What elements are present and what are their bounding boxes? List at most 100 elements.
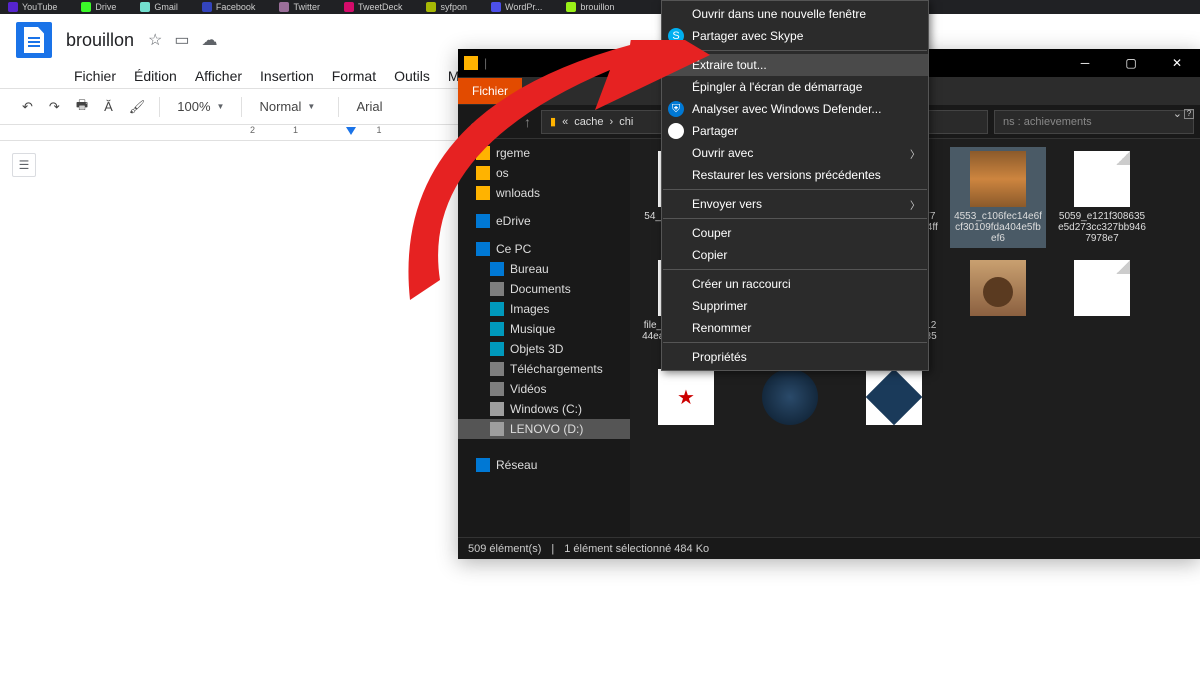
maximize-button[interactable]: ▢ xyxy=(1108,49,1154,77)
search-input[interactable]: ns : achievements xyxy=(994,110,1194,134)
file-item[interactable]: 5059_e121f308635e5d273cc327bb9467978e7 xyxy=(1054,147,1150,248)
nav-fwd-button[interactable]: → xyxy=(492,114,514,130)
context-menu-item[interactable]: Renommer xyxy=(662,317,928,339)
context-menu-item[interactable]: Épingler à l'écran de démarrage xyxy=(662,76,928,98)
outline-toggle-button[interactable]: ☰ xyxy=(12,153,36,177)
ic-folder-icon xyxy=(476,166,490,180)
sidebar-item[interactable]: os xyxy=(458,163,630,183)
context-menu-item[interactable]: Envoyer vers〉 xyxy=(662,193,928,215)
menu-item-icon: ↗ xyxy=(668,123,684,139)
sidebar-item[interactable]: Vidéos xyxy=(458,379,630,399)
paint-format-button[interactable]: 🖌 xyxy=(123,95,152,119)
menubar-item[interactable]: Insertion xyxy=(252,64,322,88)
star-icon[interactable]: ☆ xyxy=(148,30,162,50)
ic-doc-icon xyxy=(490,282,504,296)
context-menu-item[interactable]: Copier xyxy=(662,244,928,266)
sidebar-item[interactable]: Musique xyxy=(458,319,630,339)
nav-back-button[interactable]: ← xyxy=(464,114,486,130)
ribbon-expand-button[interactable]: ⌄ ? xyxy=(1173,107,1194,120)
favicon-icon xyxy=(140,2,150,12)
file-item[interactable] xyxy=(1054,256,1150,357)
menu-item-label: Propriétés xyxy=(692,350,747,364)
menu-item-label: Supprimer xyxy=(692,299,747,313)
sidebar-item-label: Images xyxy=(510,302,549,316)
browser-tab[interactable]: YouTube xyxy=(8,2,57,12)
browser-tab[interactable]: Facebook xyxy=(202,2,256,12)
style-select[interactable]: Normal▼ xyxy=(250,96,330,117)
docs-logo[interactable] xyxy=(16,22,52,58)
browser-tab[interactable]: Drive xyxy=(81,2,116,12)
context-menu-item[interactable]: SPartager avec Skype xyxy=(662,25,928,47)
sidebar-item-label: Documents xyxy=(510,282,571,296)
ic-net-icon xyxy=(476,458,490,472)
file-item[interactable]: 4553_c106fec14e6fcf30109fda404e5fbef6 xyxy=(950,147,1046,248)
sidebar-item[interactable]: Ce PC xyxy=(458,239,630,259)
favicon-icon xyxy=(566,2,576,12)
ribbon-tab-accueil[interactable]: Ac xyxy=(522,78,564,104)
context-menu-item[interactable]: Ouvrir dans une nouvelle fenêtre xyxy=(662,3,928,25)
context-menu-item[interactable]: Ouvrir avec〉 xyxy=(662,142,928,164)
font-select[interactable]: Arial xyxy=(347,96,417,117)
sidebar-item[interactable]: wnloads xyxy=(458,183,630,203)
file-item[interactable] xyxy=(950,256,1046,357)
ribbon-tab-fichier[interactable]: Fichier xyxy=(458,78,522,104)
sidebar-item[interactable]: rgeme xyxy=(458,143,630,163)
file-item[interactable] xyxy=(846,365,942,433)
file-item[interactable] xyxy=(742,365,838,433)
sidebar-item[interactable]: Documents xyxy=(458,279,630,299)
sidebar-item[interactable]: Images xyxy=(458,299,630,319)
context-menu-item[interactable]: Supprimer xyxy=(662,295,928,317)
spellcheck-button[interactable]: Ă xyxy=(98,95,119,118)
sidebar-item-label: LENOVO (D:) xyxy=(510,422,583,436)
browser-tab[interactable]: brouillon xyxy=(566,2,614,12)
nav-up-button[interactable]: ↑ xyxy=(520,114,535,130)
menubar-item[interactable]: Outils xyxy=(386,64,438,88)
print-button[interactable]: 🖶 xyxy=(70,92,94,122)
menubar-item[interactable]: Édition xyxy=(126,64,185,88)
close-button[interactable]: ✕ xyxy=(1154,49,1200,77)
ic-drive-icon xyxy=(490,402,504,416)
browser-tab[interactable]: TweetDeck xyxy=(344,2,403,12)
docs-title[interactable]: brouillon xyxy=(66,30,134,51)
redo-button[interactable]: ↷ xyxy=(43,95,66,119)
browser-tab[interactable]: syfpon xyxy=(426,2,467,12)
menubar-item[interactable]: Afficher xyxy=(187,64,250,88)
menubar-item[interactable]: Format xyxy=(324,64,384,88)
ic-cloud-icon xyxy=(476,214,490,228)
browser-tab[interactable]: WordPr... xyxy=(491,2,542,12)
minimize-button[interactable]: ─ xyxy=(1062,49,1108,77)
context-menu-item[interactable]: ↗Partager xyxy=(662,120,928,142)
context-menu-item[interactable]: Restaurer les versions précédentes xyxy=(662,164,928,186)
menu-item-label: Restaurer les versions précédentes xyxy=(692,168,881,182)
explorer-sidebar: rgemeoswnloads eDrive Ce PCBureau Documents… xyxy=(458,139,630,537)
move-icon[interactable]: ▭ xyxy=(174,30,189,50)
favicon-icon xyxy=(426,2,436,12)
menu-item-label: Extraire tout... xyxy=(692,58,767,72)
context-menu-item[interactable]: ⛨Analyser avec Windows Defender... xyxy=(662,98,928,120)
sidebar-item[interactable]: eDrive xyxy=(458,211,630,231)
menu-item-label: Épingler à l'écran de démarrage xyxy=(692,80,862,94)
sidebar-item[interactable]: Téléchargements xyxy=(458,359,630,379)
context-menu-item[interactable]: Propriétés xyxy=(662,346,928,368)
browser-tab[interactable]: Twitter xyxy=(279,2,320,12)
sidebar-item[interactable]: LENOVO (D:) xyxy=(458,419,630,439)
cloud-icon[interactable]: ☁ xyxy=(202,30,218,50)
sidebar-item[interactable]: Bureau xyxy=(458,259,630,279)
context-menu-item[interactable]: Extraire tout... xyxy=(662,54,928,76)
browser-tab[interactable]: Gmail xyxy=(140,2,178,12)
undo-button[interactable]: ↶ xyxy=(16,95,39,119)
sidebar-item[interactable]: Réseau xyxy=(458,455,630,475)
ic-folder-icon xyxy=(476,146,490,160)
file-thumbnail-icon xyxy=(970,260,1026,316)
file-name-label: 5059_e121f308635e5d273cc327bb9467978e7 xyxy=(1058,211,1146,244)
menubar-item[interactable]: Fichier xyxy=(66,64,124,88)
sidebar-item[interactable]: Windows (C:) xyxy=(458,399,630,419)
ic-dl-icon xyxy=(490,362,504,376)
context-menu-item[interactable]: Couper xyxy=(662,222,928,244)
file-item[interactable]: ★ xyxy=(638,365,734,433)
context-menu-item[interactable]: Créer un raccourci xyxy=(662,273,928,295)
zoom-select[interactable]: 100%▼ xyxy=(168,96,233,117)
margin-marker-icon[interactable] xyxy=(346,127,356,135)
sidebar-item[interactable]: Objets 3D xyxy=(458,339,630,359)
sidebar-item-label: Objets 3D xyxy=(510,342,563,356)
